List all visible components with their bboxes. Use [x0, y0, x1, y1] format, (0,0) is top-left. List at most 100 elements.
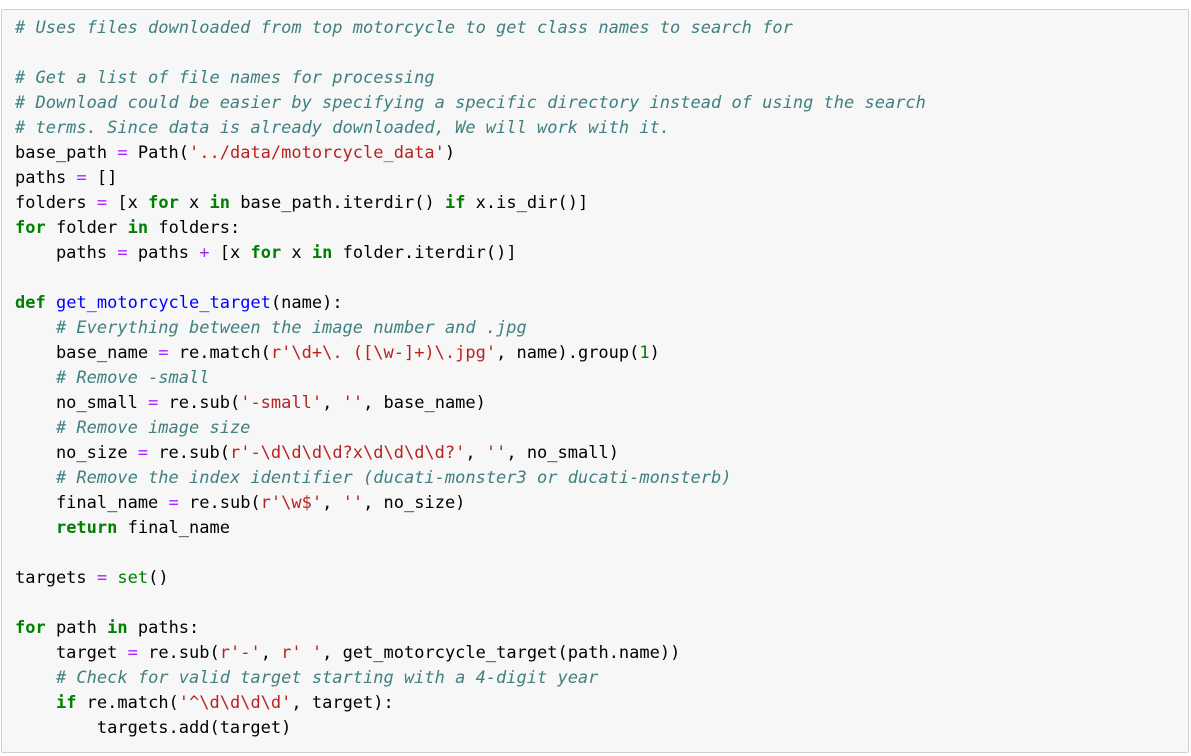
code-token: = — [117, 143, 128, 163]
code-token: , — [465, 443, 486, 463]
code-token: '' — [342, 493, 364, 513]
code-token: in — [209, 193, 231, 213]
code-token: in — [107, 618, 128, 638]
code-token: x.is_dir()] — [465, 193, 589, 213]
code-token: re.sub( — [178, 493, 261, 513]
code-token: targets — [15, 568, 97, 588]
code-token: [x — [107, 193, 149, 213]
code-line: def get_motorcycle_target(name): — [15, 291, 1188, 316]
code-token: [] — [86, 168, 118, 188]
code-line: # Download could be easier by specifying… — [15, 91, 1188, 116]
code-token: # Remove image size — [55, 418, 251, 438]
code-token: , name).group( — [496, 343, 640, 363]
code-token: r'\w$' — [260, 493, 323, 513]
code-token: get_motorcycle_target — [55, 293, 271, 313]
code-token: in — [311, 243, 333, 263]
code-token: base_path — [15, 143, 118, 163]
code-token: set — [117, 568, 149, 588]
code-token: , get_motorcycle_target(path.name)) — [322, 643, 681, 663]
code-line: # Remove image size — [15, 416, 1188, 441]
code-line: # Remove -small — [15, 366, 1188, 391]
code-token: '' — [342, 393, 364, 413]
code-token: Path( — [127, 143, 190, 163]
code-token: + — [199, 243, 210, 263]
code-token: [x — [209, 243, 251, 263]
code-token: paths — [127, 243, 200, 263]
code-token: 1 — [639, 343, 650, 363]
code-token: re.sub( — [148, 443, 230, 463]
code-line: folders = [x for x in base_path.iterdir(… — [15, 191, 1188, 216]
code-line: base_path = Path('../data/motorcycle_dat… — [15, 141, 1188, 166]
code-token: in — [127, 218, 149, 238]
code-token: base_name — [15, 343, 159, 363]
code-line: # Get a list of file names for processin… — [15, 66, 1188, 91]
code-token: targets.add(target) — [15, 718, 292, 738]
code-line: targets.add(target) — [15, 716, 1188, 741]
code-token: # Remove the index identifier (ducati-mo… — [55, 468, 732, 488]
code-line: paths = [] — [15, 166, 1188, 191]
code-line: final_name = re.sub(r'\w$', '', no_size) — [15, 491, 1188, 516]
code-line: paths = paths + [x for x in folder.iterd… — [15, 241, 1188, 266]
code-line: for path in paths: — [15, 616, 1188, 641]
code-token: no_size — [15, 443, 138, 463]
code-token: re.match( — [76, 693, 179, 713]
code-token: = — [127, 643, 138, 663]
code-token: re.match( — [168, 343, 271, 363]
code-line: targets = set() — [15, 566, 1188, 591]
code-token: x — [178, 193, 210, 213]
code-token: # Everything between the image number an… — [55, 318, 527, 338]
code-token: final_name — [117, 518, 230, 538]
code-token: = — [96, 568, 108, 588]
code-token: base_path.iterdir() — [230, 193, 445, 213]
code-token: final_name — [15, 493, 169, 513]
code-token: target — [15, 643, 128, 663]
code-token: paths — [15, 168, 77, 188]
code-token: , base_name) — [363, 393, 486, 413]
code-token: () — [148, 568, 169, 588]
code-token: paths: — [127, 618, 200, 638]
code-token: # Uses files downloaded from top motorcy… — [15, 18, 793, 38]
code-token: '../data/motorcycle_data' — [189, 143, 445, 163]
code-token: folder.iterdir()] — [332, 243, 517, 263]
code-cell[interactable]: # Uses files downloaded from top motorcy… — [1, 9, 1189, 753]
code-token: '-small' — [240, 393, 323, 413]
code-token: for — [15, 618, 46, 638]
code-token: = — [76, 168, 87, 188]
code-line: # Remove the index identifier (ducati-mo… — [15, 466, 1188, 491]
code-token: (name): — [270, 293, 343, 313]
code-line: base_name = re.match(r'\d+\. ([\w-]+)\.j… — [15, 341, 1188, 366]
code-token: , — [322, 493, 343, 513]
code-token: = — [158, 343, 169, 363]
code-token: ) — [649, 343, 660, 363]
code-token: folders — [15, 193, 97, 213]
code-line: for folder in folders: — [15, 216, 1188, 241]
code-token: r'\d+\. ([\w-]+)\.jpg' — [270, 343, 497, 363]
code-token: r'-' — [219, 643, 261, 663]
code-token: , no_small) — [506, 443, 619, 463]
code-editor[interactable]: # Uses files downloaded from top motorcy… — [2, 10, 1188, 741]
code-line: if re.match('^\d\d\d\d', target): — [15, 691, 1188, 716]
code-token: '' — [485, 443, 507, 463]
code-token: return — [55, 518, 118, 538]
code-line: no_small = re.sub('-small', '', base_nam… — [15, 391, 1188, 416]
code-token: if — [55, 693, 77, 713]
code-token: , — [322, 393, 343, 413]
code-token: for — [148, 193, 179, 213]
code-token: x — [281, 243, 312, 263]
code-token: no_small — [15, 393, 149, 413]
code-line: # Everything between the image number an… — [15, 316, 1188, 341]
code-line: # Check for valid target starting with a… — [15, 666, 1188, 691]
code-token: paths — [15, 243, 118, 263]
code-token: , target): — [291, 693, 394, 713]
code-token: if — [444, 193, 466, 213]
code-token: = — [148, 393, 159, 413]
